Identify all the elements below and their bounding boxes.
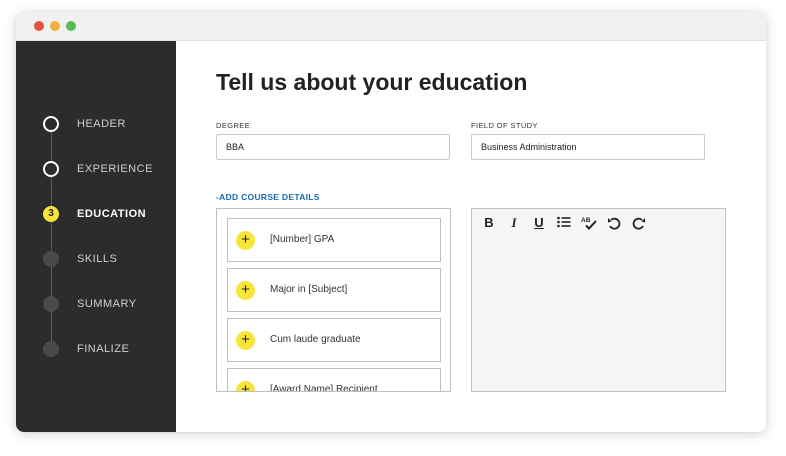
maximize-window-button[interactable] xyxy=(66,21,76,31)
app-window: HEADER EXPERIENCE 3 EDUCATION SKILLS SUM… xyxy=(16,12,766,432)
sidebar-step-education[interactable]: 3 EDUCATION xyxy=(16,204,176,224)
step-pending-icon xyxy=(43,341,59,357)
add-course-details-link[interactable]: -ADD COURSE DETAILS xyxy=(216,192,320,202)
progress-line xyxy=(51,124,52,348)
sidebar-step-header[interactable]: HEADER xyxy=(16,114,176,134)
close-window-button[interactable] xyxy=(34,21,44,31)
step-label: FINALIZE xyxy=(77,343,130,355)
svg-text:AB: AB xyxy=(581,217,591,224)
suggestions-list[interactable]: + [Number] GPA + Major in [Subject] + Cu… xyxy=(216,208,451,392)
italic-icon[interactable]: I xyxy=(505,215,523,231)
step-current-icon: 3 xyxy=(43,206,59,222)
step-number: 3 xyxy=(48,208,54,219)
suggestion-item[interactable]: + [Award Name] Recipient xyxy=(227,368,441,392)
step-label: SKILLS xyxy=(77,253,118,265)
minimize-window-button[interactable] xyxy=(50,21,60,31)
suggestion-text: Major in [Subject] xyxy=(270,284,348,295)
step-pending-icon xyxy=(43,296,59,312)
progress-sidebar: HEADER EXPERIENCE 3 EDUCATION SKILLS SUM… xyxy=(16,41,176,432)
suggestion-item[interactable]: + Cum laude graduate xyxy=(227,318,441,362)
step-complete-icon xyxy=(43,161,59,177)
title-bar xyxy=(16,12,766,41)
suggestion-item[interactable]: + Major in [Subject] xyxy=(227,268,441,312)
spellcheck-icon[interactable]: AB xyxy=(580,215,598,231)
suggestion-text: [Award Name] Recipient xyxy=(270,384,378,392)
undo-icon[interactable] xyxy=(605,215,623,231)
degree-input[interactable] xyxy=(216,134,450,160)
step-pending-icon xyxy=(43,251,59,267)
sidebar-step-finalize[interactable]: FINALIZE xyxy=(16,339,176,359)
sidebar-step-experience[interactable]: EXPERIENCE xyxy=(16,159,176,179)
step-label: SUMMARY xyxy=(77,298,137,310)
page-title: Tell us about your education xyxy=(216,69,528,95)
field-of-study-label: FIELD OF STUDY xyxy=(471,121,538,130)
suggestion-text: [Number] GPA xyxy=(270,234,335,245)
redo-icon[interactable] xyxy=(630,215,648,231)
add-icon[interactable]: + xyxy=(236,281,255,300)
field-of-study-input[interactable] xyxy=(471,134,705,160)
sidebar-step-summary[interactable]: SUMMARY xyxy=(16,294,176,314)
description-editor[interactable]: B I U AB xyxy=(471,208,726,392)
add-icon[interactable]: + xyxy=(236,381,255,391)
degree-label: DEGREE xyxy=(216,121,251,130)
suggestion-item[interactable]: + [Number] GPA xyxy=(227,218,441,262)
step-label: HEADER xyxy=(77,118,126,130)
underline-icon[interactable]: U xyxy=(530,215,548,231)
bold-icon[interactable]: B xyxy=(480,215,498,231)
step-label: EXPERIENCE xyxy=(77,163,153,175)
sidebar-step-skills[interactable]: SKILLS xyxy=(16,249,176,269)
step-label: EDUCATION xyxy=(77,208,147,220)
main-panel: Tell us about your education DEGREE FIEL… xyxy=(176,41,766,432)
step-complete-icon xyxy=(43,116,59,132)
suggestion-text: Cum laude graduate xyxy=(270,334,361,345)
add-icon[interactable]: + xyxy=(236,331,255,350)
bulleted-list-icon[interactable] xyxy=(555,215,573,231)
add-icon[interactable]: + xyxy=(236,231,255,250)
